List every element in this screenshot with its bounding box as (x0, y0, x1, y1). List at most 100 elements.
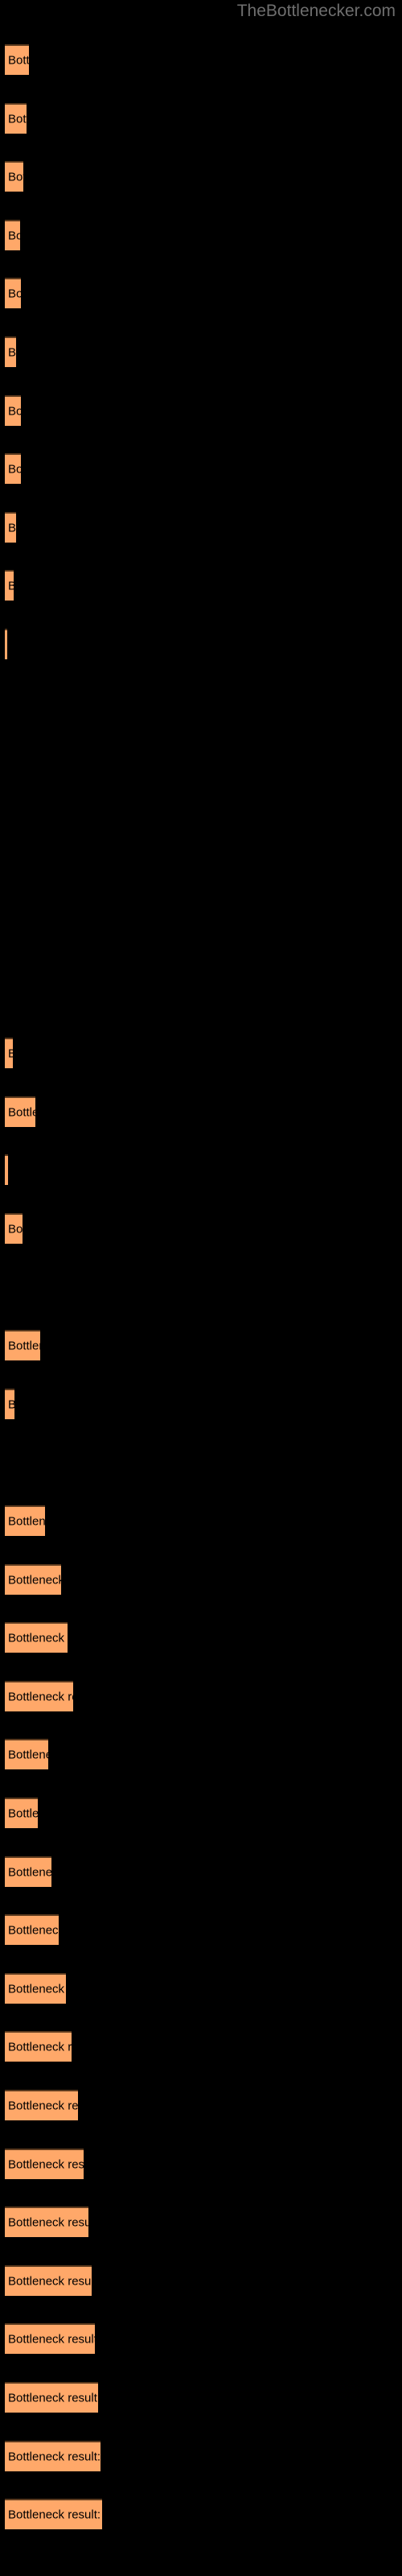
bar[interactable]: Bottleneck result: (5, 2499, 102, 2530)
bar[interactable]: Bottleneck result: (5, 2382, 98, 2413)
bar[interactable]: Bottleneck result: (5, 1213, 23, 1244)
bar-label: Bottleneck result: (8, 53, 29, 68)
bar-row: Bottleneck result: (0, 1154, 402, 1186)
bar[interactable]: Bottleneck result: (5, 161, 23, 192)
bar-label: Bottleneck result: (8, 2040, 72, 2054)
bar-label: Bottleneck result: (8, 2274, 92, 2289)
bar-label: Bottleneck result: (8, 1631, 68, 1645)
bar-label: Bottleneck result: (8, 2391, 98, 2405)
bar[interactable]: Bottleneck result: (5, 2090, 78, 2120)
bar[interactable]: Bottleneck result: (5, 1038, 13, 1069)
bar[interactable]: Bottleneck result: (5, 1739, 48, 1770)
bar-row: Bottleneck result: (0, 980, 402, 1010)
bar[interactable]: Bottleneck result: (5, 1914, 59, 1946)
bar-row: Bottleneck result: (0, 336, 402, 367)
bar[interactable]: Bottleneck result: (5, 2440, 100, 2471)
bar[interactable]: Bottleneck result: (5, 1563, 61, 1595)
bar[interactable]: Bottleneck result: (5, 1856, 51, 1887)
bar[interactable]: Bottleneck result: (5, 2031, 72, 2062)
bar-row: Bottleneck result: (0, 2264, 402, 2296)
bar-label: Bottleneck result: (8, 1105, 35, 1120)
bar[interactable]: Bottleneck result: (5, 1154, 8, 1186)
bar-row: Bottleneck result: (0, 2499, 402, 2530)
bar-label: Bottleneck result: (8, 287, 21, 301)
bar-label: Bottleneck result: (8, 1514, 45, 1529)
bar[interactable]: Bottleneck result: (5, 1798, 38, 1828)
bar-row: Bottleneck result: (0, 1914, 402, 1946)
bar-row: Bottleneck result: (0, 687, 402, 718)
bar[interactable]: Bottleneck result: (5, 1505, 45, 1536)
bar-row: Bottleneck result: (0, 1213, 402, 1244)
bar-row: Bottleneck result: (0, 1038, 402, 1069)
bar[interactable]: Bottleneck result: (5, 102, 27, 134)
bar-row: Bottleneck result: (0, 1622, 402, 1653)
bar-label: Bottleneck result: (8, 2332, 95, 2347)
bar-label: Bottleneck result: (8, 2099, 78, 2113)
bar-label: Bottleneck result: (8, 1398, 14, 1410)
bar-row: Bottleneck result: (0, 453, 402, 485)
bar-row: Bottleneck result: (0, 1563, 402, 1595)
bar-row: Bottleneck result: (0, 1856, 402, 1887)
bar-label: Bottleneck result: (8, 1573, 61, 1587)
bar-label: Bottleneck result: (8, 1923, 59, 1938)
bar-label: Bottleneck result: (8, 1806, 38, 1821)
bar-row: Bottleneck result: (0, 1447, 402, 1477)
bar-label: Bottleneck result: (8, 404, 21, 419)
bar-row: Bottleneck result: (0, 161, 402, 192)
bar-label: Bottleneck result: (8, 462, 21, 477)
bar[interactable]: Bottleneck result: (5, 336, 16, 367)
bar-label: Bottleneck result: (8, 2508, 101, 2522)
bar-row: Bottleneck result: (0, 2031, 402, 2062)
bar[interactable]: Bottleneck result: (5, 1096, 35, 1127)
bar-label: Bottleneck result: (8, 112, 27, 126)
bar-label: Bottleneck result: (8, 1690, 73, 1704)
bar[interactable]: Bottleneck result: (5, 394, 21, 426)
bar-row: Bottleneck result: (0, 1680, 402, 1711)
bar-label: Bottleneck result: (8, 1339, 40, 1353)
bar-row: Bottleneck result: (0, 2148, 402, 2179)
bar-label: Bottleneck result: (8, 1048, 13, 1060)
bar-row: Bottleneck result: (0, 1972, 402, 2004)
bar[interactable]: Bottleneck result: (5, 278, 21, 309)
bar-row: Bottleneck result: (0, 862, 402, 893)
bar[interactable]: Bottleneck result: (5, 44, 29, 75)
bar-row: Bottleneck result: (0, 278, 402, 309)
bar[interactable]: Bottleneck result: (5, 629, 7, 659)
bar[interactable]: Bottleneck result: (5, 1330, 40, 1361)
bar[interactable]: Bottleneck result: (5, 1972, 66, 2004)
bar[interactable]: Bottleneck result: (5, 1680, 73, 1711)
site-watermark: TheBottlenecker.com (236, 2, 396, 20)
bar-label: Bottleneck result: (8, 170, 23, 184)
bar-label: Bottleneck result: (8, 1982, 66, 1996)
bar[interactable]: Bottleneck result: (5, 2207, 88, 2238)
bar-row: Bottleneck result: (0, 2440, 402, 2471)
bar-row: Bottleneck result: (0, 1096, 402, 1127)
bar-label: Bottleneck result: (8, 1865, 51, 1880)
bar[interactable]: Bottleneck result: (5, 1622, 68, 1653)
bar-row: Bottleneck result: (0, 2207, 402, 2238)
bar-row: Bottleneck result: (0, 804, 402, 835)
bar-row: Bottleneck result: (0, 921, 402, 952)
bar-row: Bottleneck result: (0, 745, 402, 776)
bar-row: Bottleneck result: (0, 219, 402, 250)
bar[interactable]: Bottleneck result: (5, 2323, 95, 2355)
bar-label: Bottleneck result: (8, 345, 16, 360)
bar-row: Bottleneck result: (0, 511, 402, 543)
bar-row: Bottleneck result: (0, 2323, 402, 2355)
bar[interactable]: Bottleneck result: (5, 453, 21, 485)
bar[interactable]: Bottleneck result: (5, 1388, 14, 1419)
bar-label: Bottleneck result: (8, 2215, 88, 2230)
bar-label: Bottleneck result: (8, 2450, 100, 2464)
bar[interactable]: Bottleneck result: (5, 219, 20, 250)
bar[interactable]: Bottleneck result: (5, 570, 14, 601)
bar-row: Bottleneck result: (0, 1798, 402, 1828)
bar[interactable]: Bottleneck result: (5, 2148, 84, 2179)
bar[interactable]: Bottleneck result: (5, 2264, 92, 2296)
bar-row: Bottleneck result: (0, 1330, 402, 1361)
bar-label: Bottleneck result: (8, 1748, 48, 1762)
bar-row: Bottleneck result: (0, 1739, 402, 1770)
bar-row: Bottleneck result: (0, 394, 402, 426)
bar[interactable]: Bottleneck result: (5, 511, 16, 543)
bar-row: Bottleneck result: (0, 102, 402, 134)
bar-label: Bottleneck result: (8, 229, 20, 243)
